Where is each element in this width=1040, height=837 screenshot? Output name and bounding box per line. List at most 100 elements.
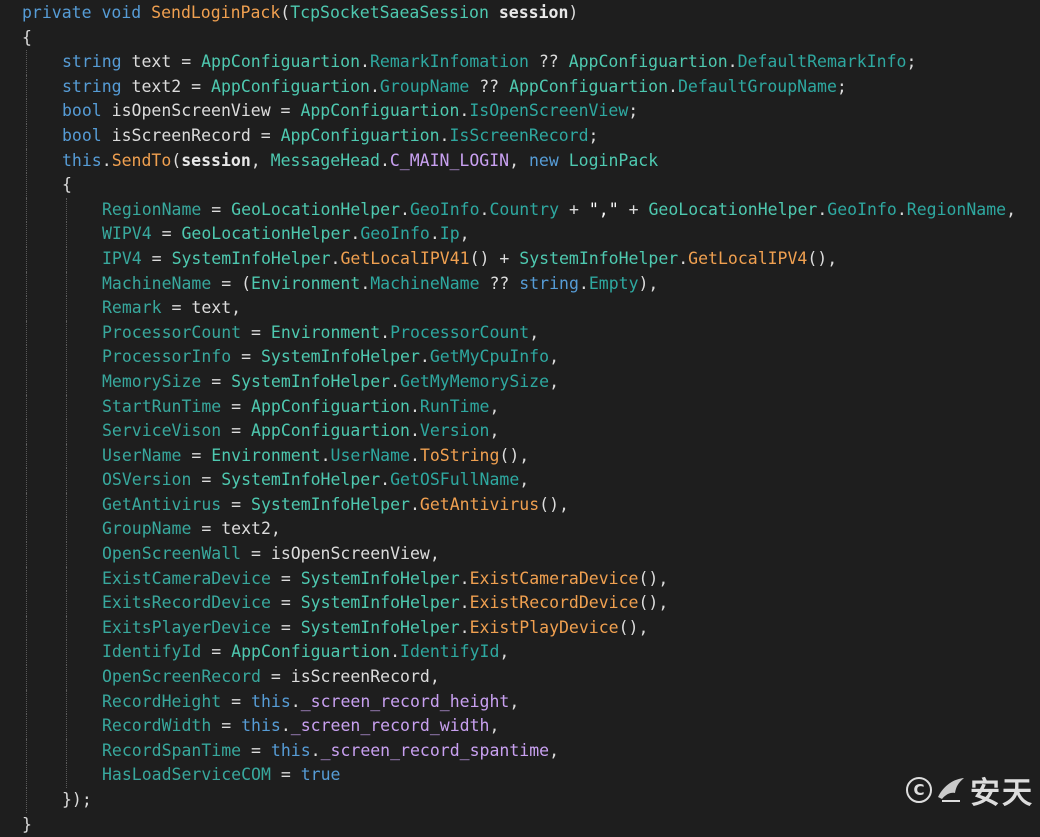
code-text: IdentifyId = AppConfiguartion.IdentifyId… <box>102 640 509 665</box>
code-token: OpenScreenRecord <box>102 667 261 687</box>
indent-guide <box>26 99 27 124</box>
code-token: AppConfiguartion <box>509 76 669 96</box>
code-token: . <box>390 371 401 391</box>
code-token: = <box>141 248 172 268</box>
indent-guide <box>66 369 67 395</box>
indent-guide <box>66 320 67 346</box>
code-token: ProcessorInfo <box>102 347 232 367</box>
code-token: . <box>330 248 341 268</box>
code-token: this <box>270 740 311 760</box>
code-token: , <box>250 150 271 170</box>
code-token: , <box>459 224 470 244</box>
code-token: AppConfiguartion <box>280 125 440 145</box>
code-token: = <box>221 396 252 416</box>
code-token: TcpSocketSaeaSession <box>290 3 489 22</box>
code-line: StartRunTime = AppConfiguartion.RunTime, <box>0 394 1040 420</box>
code-token: . <box>817 199 828 219</box>
code-token: . <box>896 199 907 219</box>
code-token: RegionName <box>102 199 202 219</box>
code-token: Environment <box>251 273 361 293</box>
code-token: . <box>320 445 331 465</box>
code-token: Empty <box>588 273 639 293</box>
code-token: bool <box>62 125 102 145</box>
code-token: MachineName <box>102 273 212 293</box>
code-token: GetLocalIPV4 <box>688 248 808 268</box>
code-token: ExistCameraDevice <box>102 568 271 588</box>
code-token: = <box>270 593 301 613</box>
code-token: LoginPack <box>568 150 659 170</box>
code-token: GroupName <box>102 519 192 539</box>
code-token: . <box>390 642 401 662</box>
code-token: Environment <box>270 322 381 342</box>
code-token: new <box>528 150 559 170</box>
code-token: _screen_record_spantime <box>320 740 550 760</box>
code-token: session <box>181 150 251 170</box>
code-token: _screen_record_height <box>300 691 510 711</box>
code-token: (), <box>499 445 530 465</box>
code-token: , <box>509 691 520 711</box>
indent-guide <box>26 148 27 174</box>
copyright-icon: C <box>906 777 932 803</box>
code-token: RecordSpanTime <box>102 740 242 760</box>
code-token: . <box>479 199 490 219</box>
code-token: SystemInfoHelper <box>300 617 460 637</box>
indent-guide <box>26 394 27 420</box>
code-line: OpenScreenRecord = isScreenRecord, <box>0 665 1040 690</box>
code-line: IPV4 = SystemInfoHelper.GetLocalIPV41() … <box>0 246 1040 272</box>
code-text: ServiceVison = AppConfiguartion.Version, <box>102 419 499 444</box>
code-token: this <box>62 150 102 170</box>
code-token: { <box>62 175 72 195</box>
indent-guide <box>66 197 67 223</box>
code-token: isScreenRecord = <box>101 125 281 145</box>
code-token: private void <box>22 3 152 22</box>
indent-guide <box>26 222 27 247</box>
code-text: string text2 = AppConfiguartion.GroupNam… <box>62 75 847 100</box>
code-token: SystemInfoHelper <box>231 371 391 391</box>
code-token: ?? <box>469 76 510 96</box>
code-token: Version <box>419 421 490 441</box>
code-token: HasLoadServiceCOM <box>102 765 271 785</box>
code-text: Remark = text, <box>102 296 241 321</box>
code-token: AppConfiguartion <box>300 101 460 121</box>
code-token: RemarkInfomation <box>369 52 529 72</box>
code-token: . <box>459 593 470 613</box>
code-text: MachineName = (Environment.MachineName ?… <box>102 272 658 297</box>
code-token: ?? <box>479 273 520 293</box>
indent-guide <box>26 591 27 616</box>
indent-guide <box>66 468 67 493</box>
code-token: SystemInfoHelper <box>300 568 460 588</box>
code-text: }); <box>62 788 92 813</box>
code-token: = <box>211 716 242 736</box>
code-token: . <box>360 52 370 72</box>
code-token: . <box>409 396 420 416</box>
indent-guide <box>66 640 67 666</box>
code-token: GeoInfo <box>827 199 897 219</box>
code-token: = <box>151 224 182 244</box>
code-line: RegionName = GeoLocationHelper.GeoInfo.C… <box>0 197 1040 223</box>
code-line: } <box>0 813 1040 837</box>
indent-guide <box>26 542 27 567</box>
code-line: string text2 = AppConfiguartion.GroupNam… <box>0 74 1040 100</box>
code-token: . <box>101 150 112 170</box>
code-token: string <box>62 52 122 72</box>
code-token: SystemInfoHelper <box>171 248 331 268</box>
code-text: MemorySize = SystemInfoHelper.GetMyMemor… <box>102 370 559 395</box>
code-token: ProcessorCount <box>390 322 530 342</box>
indent-guide <box>66 271 67 297</box>
code-token: . <box>459 101 470 121</box>
code-token: (), <box>807 248 838 268</box>
code-token: ServiceVison <box>102 421 222 441</box>
code-text: HasLoadServiceCOM = true <box>102 763 340 788</box>
code-token: = <box>201 371 232 391</box>
code-editor[interactable]: private void SendLoginPack(TcpSocketSaea… <box>0 0 1040 834</box>
code-line: this.SendTo(session, MessageHead.C_MAIN_… <box>0 148 1040 174</box>
code-line: ServiceVison = AppConfiguartion.Version, <box>0 419 1040 444</box>
code-token: DefaultRemarkInfo <box>737 52 907 72</box>
code-token: ProcessorCount <box>102 322 242 342</box>
indent-guide <box>26 123 27 149</box>
code-token: = <box>221 421 252 441</box>
code-token: . <box>369 76 380 96</box>
code-text: string text = AppConfiguartion.RemarkInf… <box>62 50 916 75</box>
code-token: GroupName <box>379 76 470 96</box>
